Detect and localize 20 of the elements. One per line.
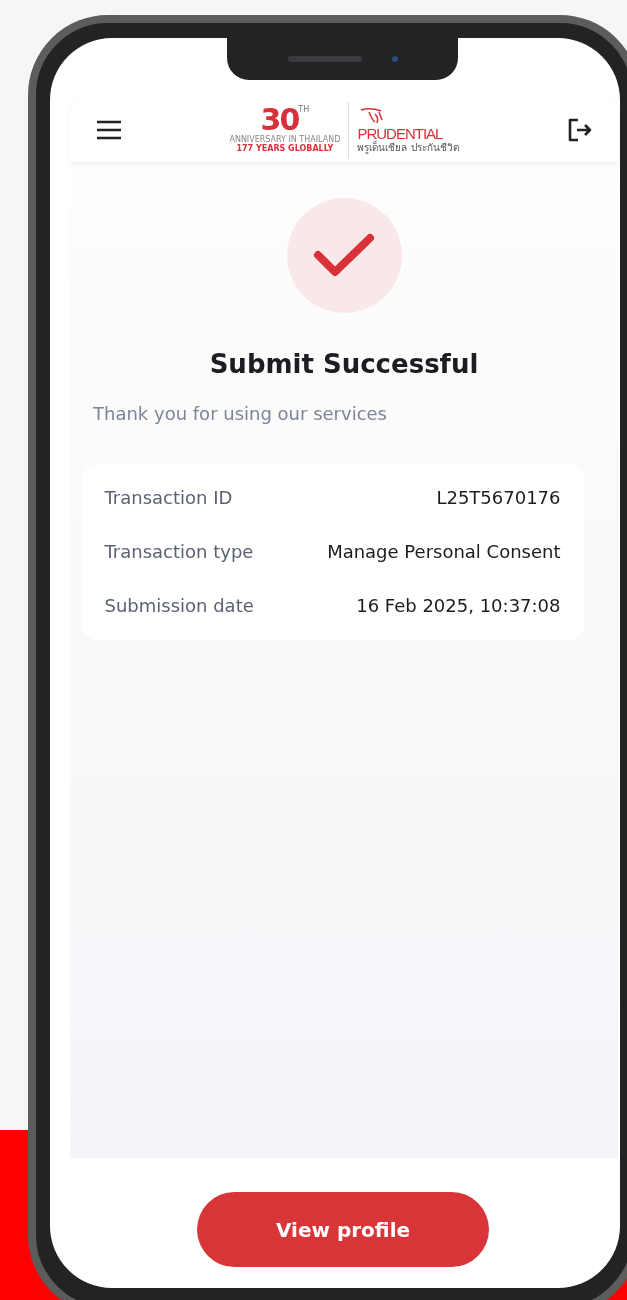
success-title: Submit Successful xyxy=(209,348,479,381)
view-profile-button[interactable]: View profile xyxy=(197,1192,489,1267)
logo-number: 30 xyxy=(260,105,299,135)
detail-value: 16 Feb 2025, 10:37:08 xyxy=(356,594,561,618)
success-message: Thank you for using our services xyxy=(93,403,387,424)
logo-caption: ANNIVERSARY IN THAILAND xyxy=(229,135,341,144)
detail-value: L25T5670176 xyxy=(436,486,561,510)
brand-name: PRUDENTIAL xyxy=(357,125,443,142)
camera-icon xyxy=(391,56,398,62)
menu-icon[interactable] xyxy=(96,118,122,141)
detail-label: Submission date xyxy=(104,594,254,618)
detail-label: Transaction type xyxy=(104,540,254,564)
logo-caption: 177 YEARS GLOBALLY xyxy=(236,144,334,154)
logout-icon[interactable] xyxy=(566,116,592,143)
logo-superscript: TH xyxy=(298,105,310,114)
detail-label: Transaction ID xyxy=(104,486,233,510)
speaker-icon xyxy=(287,56,362,62)
checkmark-icon xyxy=(313,232,375,279)
detail-value: Manage Personal Consent xyxy=(327,540,561,564)
brand-tagline: พรูเด็นเชียล ประกันชีวิต xyxy=(357,141,459,154)
